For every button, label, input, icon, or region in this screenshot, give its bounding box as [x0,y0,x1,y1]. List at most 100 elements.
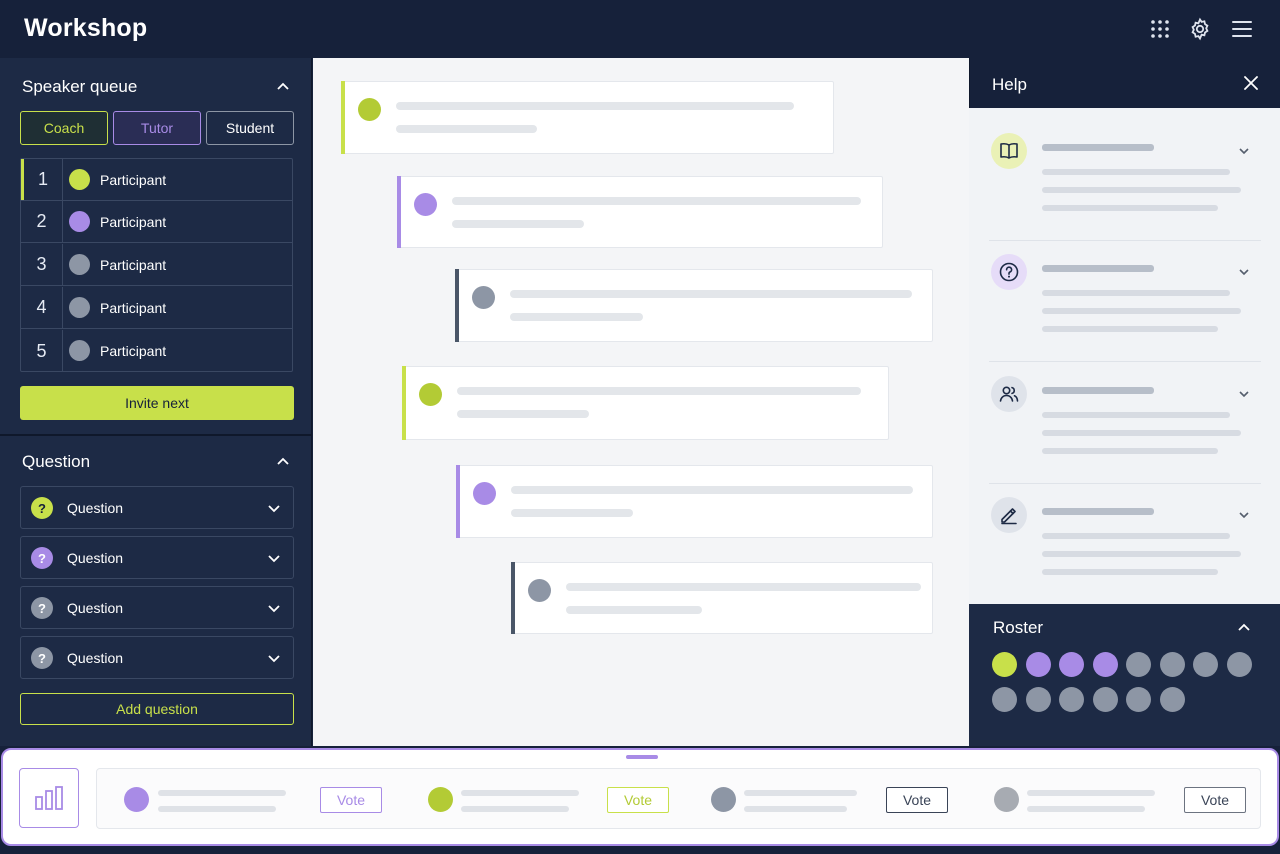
collapse-icon[interactable] [275,78,291,94]
invite-next-button[interactable]: Invite next [20,386,294,420]
text-placeholder [1042,265,1154,272]
participant-label: Participant [100,343,167,359]
gear-icon[interactable] [1188,17,1212,41]
poll-option-avatar [711,787,736,812]
text-placeholder [1042,569,1218,575]
users-icon [991,376,1027,412]
text-placeholder [1042,326,1218,332]
message-accent [402,366,406,440]
help-item[interactable] [989,242,1261,362]
vote-button[interactable]: Vote [1184,787,1246,813]
message-avatar [358,98,381,121]
text-placeholder [396,102,794,110]
queue-row[interactable]: 2 Participant [21,201,292,243]
conversation-area [313,58,969,746]
roster-member-avatar[interactable] [1126,652,1151,677]
speaker-queue-list: 1 Participant 2 Participant 3 Participan… [20,158,293,372]
roster-member-avatar[interactable] [1159,652,1185,677]
message-card[interactable] [455,269,933,342]
roster-member-avatar[interactable] [1059,687,1084,712]
help-item[interactable] [989,121,1261,241]
text-placeholder [1042,430,1241,436]
message-card[interactable] [511,562,933,634]
speaker-queue-title: Speaker queue [22,77,138,96]
text-placeholder [461,790,579,796]
question-dropdown[interactable]: ? Question [20,486,294,529]
queue-number: 5 [21,330,63,372]
collapse-icon[interactable] [275,453,291,469]
message-accent [341,81,345,154]
help-item[interactable] [989,485,1261,605]
text-placeholder [1042,551,1241,557]
question-icon: ? [31,597,53,619]
roster-member-avatar[interactable] [992,652,1017,677]
roster-member-avatar[interactable] [1126,687,1151,712]
roster-member-avatar[interactable] [992,687,1017,712]
question-dropdown[interactable]: ? Question [20,536,294,579]
close-icon[interactable] [1244,76,1258,90]
message-card[interactable] [397,176,883,248]
text-placeholder [461,806,569,812]
grid-icon[interactable] [1148,17,1172,41]
question-icon: ? [31,547,53,569]
message-card[interactable] [402,366,889,440]
text-placeholder [1042,308,1241,314]
role-tutor-button[interactable]: Tutor [113,111,201,145]
text-placeholder [744,790,857,796]
participant-label: Participant [100,172,167,188]
question-dropdown[interactable]: ? Question [20,636,294,679]
participant-label: Participant [100,300,167,316]
drag-handle[interactable] [626,755,658,759]
queue-row[interactable]: 4 Participant [21,287,292,329]
question-section-title: Question [22,452,91,471]
message-card[interactable] [456,465,933,538]
section-divider [0,434,312,436]
collapse-icon[interactable] [1236,619,1252,635]
help-item[interactable] [989,364,1261,484]
roster-member-avatar[interactable] [1025,687,1051,712]
roster-member-avatar[interactable] [1193,652,1218,677]
text-placeholder [1027,806,1145,812]
text-placeholder [457,410,589,418]
text-placeholder [510,313,643,321]
roster-member-avatar[interactable] [1159,687,1185,712]
roster-member-avatar[interactable] [1226,652,1252,677]
hamburger-menu-icon[interactable] [1230,17,1254,41]
text-placeholder [1042,387,1154,394]
message-avatar [473,482,496,505]
roster-member-avatar[interactable] [1025,652,1051,677]
queue-row[interactable]: 1 Participant [21,159,292,201]
text-placeholder [1042,205,1218,211]
message-avatar [472,286,495,309]
text-placeholder [510,290,912,298]
book-icon [991,133,1027,169]
vote-button[interactable]: Vote [320,787,382,813]
participant-avatar [69,169,90,190]
roster-title: Roster [993,618,1044,637]
message-card[interactable] [341,81,834,154]
app-title: Workshop [24,14,148,42]
message-avatar [414,193,437,216]
role-coach-button[interactable]: Coach [20,111,108,145]
add-question-button[interactable]: Add question [20,693,294,725]
message-avatar [419,383,442,406]
text-placeholder [158,790,286,796]
poll-chart-button[interactable] [19,768,79,828]
queue-row[interactable]: 3 Participant [21,244,292,286]
role-student-button[interactable]: Student [206,111,294,145]
roster-member-avatar[interactable] [1092,652,1118,677]
text-placeholder [1042,169,1230,175]
roster-member-avatar[interactable] [1092,687,1118,712]
vote-button[interactable]: Vote [607,787,669,813]
vote-button[interactable]: Vote [886,787,948,813]
question-dropdown[interactable]: ? Question [20,586,294,629]
chevron-down-icon [1239,391,1249,398]
participant-avatar [69,297,90,318]
roster-member-avatar[interactable] [1059,652,1084,677]
queue-row[interactable]: 5 Participant [21,330,292,372]
edit-pen-icon [991,497,1027,533]
text-placeholder [1042,412,1230,418]
message-accent [511,562,515,634]
text-placeholder [1027,790,1155,796]
message-accent [397,176,401,248]
